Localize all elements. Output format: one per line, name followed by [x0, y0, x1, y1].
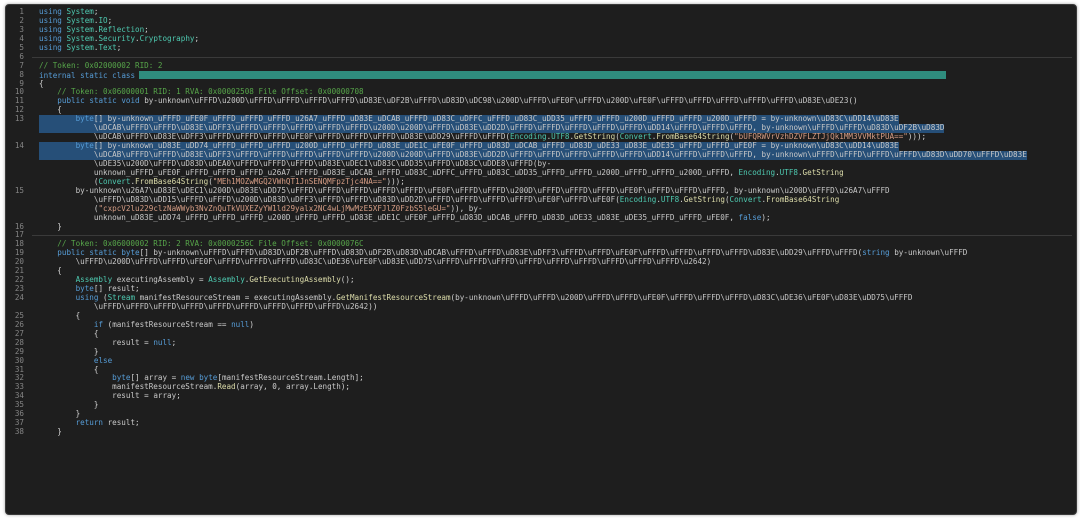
section-divider [32, 235, 1072, 236]
code-line: 28 result = null; [6, 338, 1076, 348]
line-number: 14 [14, 141, 24, 151]
code-line: 20 \uFFFD\u200D\uFFFD\uFFFD\uFE0F\uFFFD\… [6, 257, 1076, 267]
code-line: 5 using System.Text; [6, 42, 1076, 53]
section-divider [32, 57, 1072, 58]
code-line: 1 using System; [6, 7, 1076, 17]
line-number: 13 [14, 114, 24, 124]
code-line: 29 } [6, 347, 1076, 357]
code-text: using System.Text; [39, 42, 122, 52]
code-editor-window: 1 using System; 2 using System.IO; 3 using Sy… [5, 4, 1077, 515]
code-line: 35 } [6, 400, 1076, 410]
code-line: \uFFFD\uFFFD\uFFFD\uFFFD\uFFFD\uFFFD\uFF… [6, 301, 1076, 312]
line-number: 15 [14, 185, 24, 195]
code-line: 7// Token: 0x02000002 RID: 2 [6, 60, 1076, 71]
code-text: } [57, 221, 62, 231]
class-name-highlight [139, 70, 947, 79]
code-line: 26 if (manifestResourceStream == null) [6, 320, 1076, 330]
code-line: 16 } [6, 221, 1076, 232]
code-line: 34 result = array; [6, 391, 1076, 401]
code-line: 36 } [6, 409, 1076, 419]
code-text: // Token: 0x02000002 RID: 2 [39, 60, 163, 70]
code-line: unknown_uD83E_uDD74_uFFFD_uFFFD_uFFFD_u2… [6, 212, 1076, 223]
code-line: 37 return result; [6, 418, 1076, 428]
code-line: 11 public static void by-unknown\uFFFD\u… [6, 96, 1076, 106]
line-number: 24 [14, 293, 24, 302]
code-line: 4 using System.Security.Cryptography; [6, 34, 1076, 44]
code-line: 38 } [6, 427, 1076, 437]
code-line: 22 Assembly executingAssembly = Assembly… [6, 275, 1076, 285]
code-line: 30 else [6, 356, 1076, 366]
code-text: public static void by-unknown\uFFFD\u200… [57, 96, 858, 106]
code-view[interactable]: 1 using System; 2 using System.IO; 3 using Sy… [6, 7, 1076, 437]
code-text: } [57, 427, 62, 437]
code-line: 2 using System.IO; [6, 16, 1076, 26]
line-number: 38 [14, 427, 24, 437]
code-text: \uFFFD\u200D\uFFFD\uFFFD\uFE0F\uFFFD\uFF… [75, 257, 712, 267]
code-text: \uFFFD\uFFFD\uFFFD\uFFFD\uFFFD\uFFFD\uFF… [93, 301, 378, 311]
code-text: unknown_uD83E_uDD74_uFFFD_uFFFD_uFFFD_u2… [93, 212, 771, 222]
code-line: 8 internal static class [6, 70, 1076, 80]
